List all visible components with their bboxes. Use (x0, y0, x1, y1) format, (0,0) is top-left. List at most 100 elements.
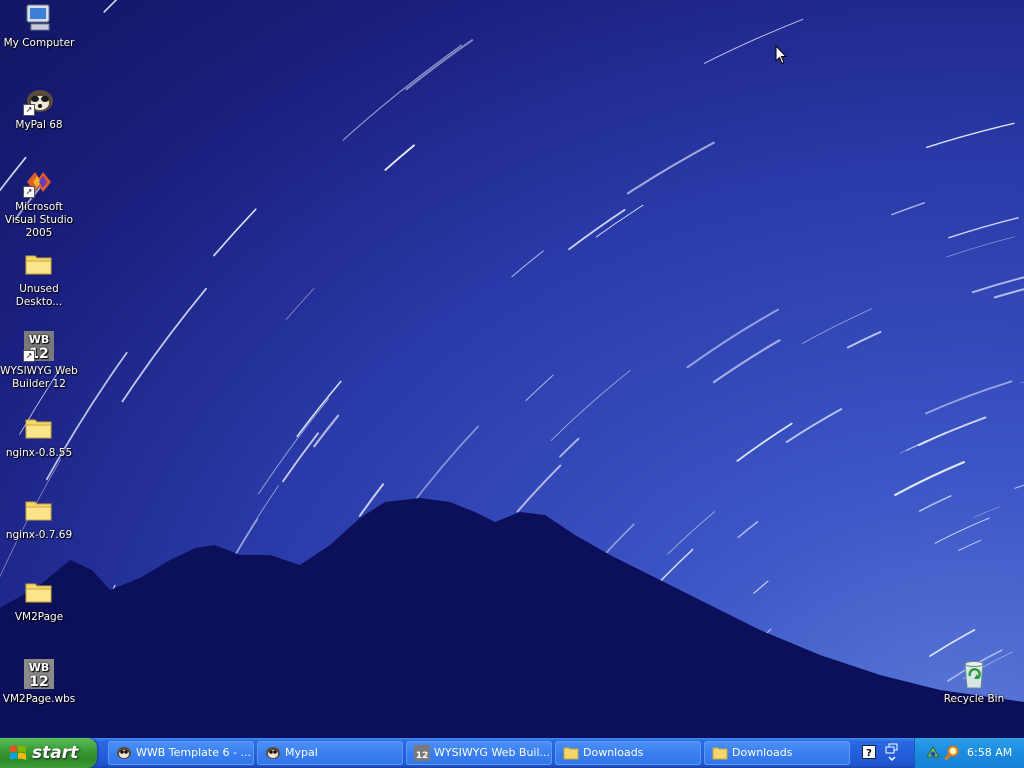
desktop-icon-label: nginx-0.7.69 (5, 529, 73, 541)
star-trail (568, 209, 626, 251)
star-trail (971, 276, 1024, 294)
search-icon[interactable] (944, 745, 960, 761)
desktop-icon-my-computer[interactable]: My Computer (0, 2, 79, 50)
star-trail (285, 287, 315, 320)
desktop-icon-unused-desktop[interactable]: Unused Deskto... (0, 248, 79, 309)
star-trail (801, 308, 872, 344)
star-trail (703, 18, 804, 64)
taskbar-button-label: Downloads (732, 746, 793, 759)
desktop-icon-wysiwyg-web-builder[interactable]: WB 12 ↗ WYSIWYG Web Builder 12 (0, 330, 79, 391)
star-trail (1014, 484, 1024, 489)
wysiwyg-web-builder-icon: 12 (414, 745, 430, 761)
star-trail (626, 141, 715, 195)
taskbar-button-wwb-template[interactable]: WWB Template 6 - ... (108, 741, 254, 765)
star-trail (405, 39, 474, 91)
recycle-bin-icon (958, 658, 990, 690)
desktop-icon-vm2page-wbs[interactable]: WB 12 VM2Page.wbs (0, 658, 79, 706)
star-trail (525, 374, 554, 401)
desktop-icon-vm2page[interactable]: VM2Page (0, 576, 79, 624)
star-trail (973, 506, 1000, 518)
star-trail (948, 217, 1019, 239)
desktop-icon-label: VM2Page.wbs (2, 693, 76, 705)
star-trail (511, 250, 544, 278)
svg-text:?: ? (866, 748, 872, 759)
star-trail (406, 425, 479, 512)
taskbar-button-downloads-2[interactable]: Downloads (704, 741, 850, 765)
wallpaper (0, 0, 1024, 738)
star-trail (958, 539, 982, 551)
folder-icon (563, 747, 579, 760)
clock[interactable]: 6:58 AM (967, 738, 1012, 768)
taskbar-button-mypal[interactable]: Mypal (257, 741, 403, 765)
restore-icon[interactable] (885, 743, 899, 763)
desktop-icon-nginx-0-8-55[interactable]: nginx-0.8.55 (0, 412, 79, 460)
star-trail (712, 339, 781, 384)
desktop: My Computer ↗ MyPal 68 ↗ Microsoft Visua… (0, 0, 1024, 738)
star-trail (924, 380, 1013, 415)
star-trail (894, 461, 965, 496)
desktop-icon-label: WYSIWYG Web Builder 12 (0, 365, 78, 390)
system-tray: 6:58 AM (914, 738, 1024, 768)
star-trail (213, 208, 257, 257)
star-trail (934, 517, 990, 544)
star-trail (925, 122, 1015, 149)
star-trail (686, 308, 779, 369)
star-trail (296, 380, 342, 438)
star-trail (785, 408, 843, 443)
svg-text:WB: WB (29, 661, 50, 674)
desktop-icon-label: Unused Deskto... (15, 283, 63, 308)
svg-text:12: 12 (29, 674, 48, 690)
help-icon[interactable]: ? (862, 745, 876, 759)
star-trail (846, 330, 882, 349)
star-trail (550, 370, 631, 441)
star-trail (917, 416, 987, 447)
start-button[interactable]: start (0, 738, 97, 768)
folder-icon (23, 412, 55, 444)
star-trail (737, 521, 759, 539)
desktop-icon-mypal[interactable]: ↗ MyPal 68 (0, 84, 79, 132)
star-trail (313, 414, 340, 448)
desktop-icon-visual-studio[interactable]: ↗ Microsoft Visual Studio 2005 (0, 166, 79, 240)
desktop-icon-recycle-bin[interactable]: Recycle Bin (934, 658, 1014, 706)
svg-text:WB: WB (29, 333, 50, 346)
desktop-icon-label: Microsoft Visual Studio 2005 (4, 201, 74, 239)
star-trail (667, 511, 716, 555)
taskbar-button-wysiwyg-web-builder[interactable]: 12 WYSIWYG Web Buil... (406, 741, 552, 765)
taskbar-button-label: WWB Template 6 - ... (136, 746, 251, 759)
star-trail (929, 629, 976, 657)
star-trail (918, 495, 952, 512)
star-trail (258, 398, 330, 495)
folder-icon (712, 747, 728, 760)
folder-icon (23, 494, 55, 526)
taskbar-button-label: Downloads (583, 746, 644, 759)
desktop-icon-label: MyPal 68 (15, 119, 63, 131)
desktop-icon-label: Recycle Bin (943, 693, 1005, 705)
star-trail (281, 432, 319, 483)
taskbar-button-label: Mypal (285, 746, 318, 759)
star-trail (103, 0, 118, 13)
visual-studio-icon: ↗ (23, 166, 55, 198)
star-trail (121, 287, 207, 403)
svg-text:12: 12 (416, 751, 429, 761)
folder-icon (23, 576, 55, 608)
network-icon[interactable] (925, 745, 941, 761)
star-trail (945, 236, 1016, 258)
star-trail (384, 144, 415, 171)
shortcut-arrow-icon: ↗ (23, 104, 35, 116)
taskbar: start WWB Template 6 - ... Mypal 12 WYSI… (0, 738, 1024, 768)
folder-icon (23, 248, 55, 280)
mypal-icon (117, 747, 131, 759)
mouse-pointer-icon (775, 45, 787, 65)
mypal-icon (266, 747, 280, 759)
taskbar-button-downloads-1[interactable]: Downloads (555, 741, 701, 765)
taskbar-button-label: WYSIWYG Web Buil... (434, 746, 551, 759)
windows-flag-icon (10, 745, 26, 760)
desktop-icon-nginx-0-7-69[interactable]: nginx-0.7.69 (0, 494, 79, 542)
mountain-silhouette (0, 498, 1024, 738)
desktop-icon-label: VM2Page (14, 611, 64, 623)
star-trail (559, 437, 580, 458)
start-label: start (32, 743, 79, 763)
star-trail (753, 580, 769, 594)
desktop-icon-label: nginx-0.8.55 (5, 447, 73, 459)
wysiwyg-web-builder-icon: WB 12 ↗ (23, 330, 55, 362)
